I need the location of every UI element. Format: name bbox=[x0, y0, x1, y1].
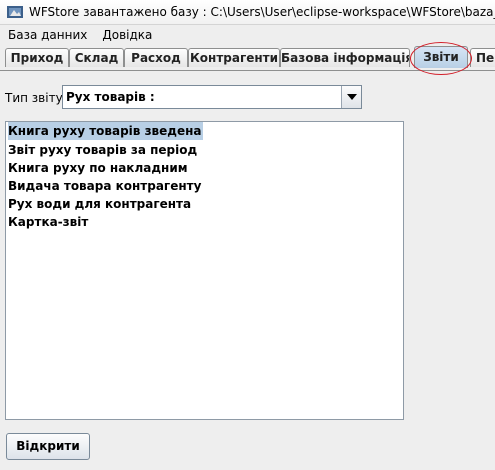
title-bar: WFStore завантажено базу : C:\Users\User… bbox=[0, 0, 495, 25]
tab-strip: Приход Склад Расход Контрагенти Базова і… bbox=[0, 46, 495, 71]
list-item[interactable]: Видача товара контрагенту bbox=[8, 177, 201, 195]
tab-incoming[interactable]: Приход bbox=[5, 48, 69, 67]
list-item[interactable]: Книга руху товарів зведена bbox=[8, 122, 203, 140]
report-type-label: Тип звіту : bbox=[5, 91, 71, 105]
report-type-select[interactable]: Рух товарів : bbox=[62, 85, 362, 109]
list-item[interactable]: Книга руху по накладним bbox=[8, 159, 188, 177]
window-title: WFStore завантажено базу : C:\Users\User… bbox=[29, 5, 495, 19]
dropdown-button[interactable] bbox=[341, 86, 361, 108]
menu-help[interactable]: Довідка bbox=[94, 25, 159, 45]
tab-outgoing[interactable]: Расход bbox=[124, 48, 188, 67]
tab-reports[interactable]: Звіти bbox=[414, 46, 468, 68]
list-item[interactable]: Рух води для контрагента bbox=[8, 195, 191, 213]
tab-counterparties[interactable]: Контрагенти bbox=[188, 48, 280, 67]
menu-bar: База данних Довідка bbox=[0, 25, 495, 45]
chevron-down-icon bbox=[347, 94, 357, 100]
tab-overflow[interactable]: Пер bbox=[470, 48, 495, 67]
report-list[interactable]: Книга руху товарів зведена Звіт руху тов… bbox=[5, 121, 404, 420]
list-item[interactable]: Картка-звіт bbox=[8, 213, 88, 231]
tab-warehouse[interactable]: Склад bbox=[69, 48, 124, 67]
open-button[interactable]: Відкрити bbox=[6, 433, 90, 460]
app-window-icon bbox=[7, 4, 23, 20]
report-type-value: Рух товарів : bbox=[66, 90, 155, 104]
tab-base-info[interactable]: Базова інформація bbox=[280, 48, 410, 67]
list-item[interactable]: Звіт руху товарів за період bbox=[8, 141, 197, 159]
menu-database[interactable]: База данних bbox=[0, 25, 94, 45]
